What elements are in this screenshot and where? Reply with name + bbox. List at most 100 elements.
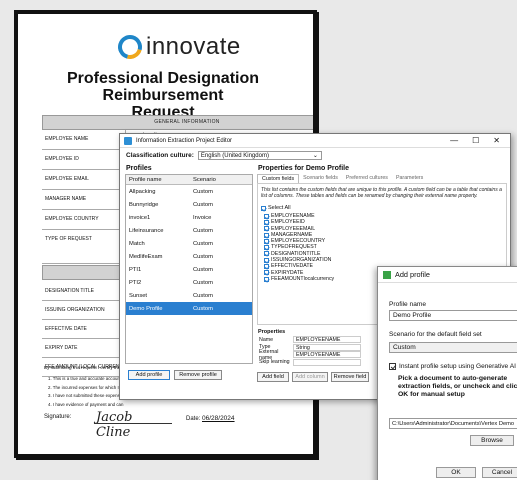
certification-list: 1. This is a true and accurate account 2.… [48,375,123,409]
profile-row[interactable]: PTI2 Custom [126,276,252,289]
col-scenario[interactable]: Scenario [190,177,216,183]
profile-name: PTI1 [129,266,142,273]
profile-name: Sunset [129,292,148,299]
close-button[interactable]: ✕ [493,136,500,145]
profile-scenario: Custom [193,227,213,234]
select-all-label: Select All [268,205,291,211]
profile-scenario: Custom [193,266,213,273]
profile-name: Allpacking [129,188,156,195]
signature: Jacob Cline [96,410,133,440]
innovate-logo: innovate [113,30,241,64]
checkbox-icon [261,205,266,211]
profile-row[interactable]: Sunset Custom [126,289,252,302]
properties-tabs: Custom fields Scenario fields Preferred cu… [257,174,427,183]
property-key: Name [259,336,274,343]
instant-setup-checkbox[interactable]: Instant profile setup using Generative A… [389,363,516,370]
certification-item: 4. I have evidence of payment and can [48,401,124,407]
editor-titlebar[interactable]: Information Extraction Project Editor — … [120,134,510,148]
document-path-input[interactable]: C:\Users\Administrator\Documents\Vertex … [389,418,517,429]
browse-button[interactable]: Browse [470,435,514,446]
profile-name: Lifeinsurance [129,227,164,234]
app-icon [124,136,132,145]
profile-row[interactable]: PTI1 Custom [126,263,252,276]
profiles-table-header: Profile name Scenario [126,175,252,185]
checkbox-icon [264,232,269,238]
dialog-instruction: Pick a document to auto-generate extract… [398,375,517,398]
checkbox-icon [264,270,269,276]
tab-preferred-cultures[interactable]: Preferred cultures [342,174,392,183]
profile-scenario: Custom [193,240,213,247]
col-profile-name[interactable]: Profile name [126,177,190,183]
checkbox-icon [264,276,269,282]
checkbox-icon [264,226,269,232]
profile-row[interactable]: Allpacking Custom [126,185,252,198]
remove-field-button[interactable]: Remove field [331,372,369,382]
logo-text: innovate [146,33,241,60]
checkbox-icon [264,238,269,244]
certification-item: 2. The incurred expenses for which I a [48,384,123,390]
profile-name-label: Profile name [389,301,427,308]
add-field-button[interactable]: Add field [257,372,289,382]
date-value: 06/28/2024 [202,415,235,422]
scenario-label: Scenario for the default field set [389,331,482,338]
profile-row[interactable]: MedlifeExam Custom [126,250,252,263]
checkbox-icon [264,264,269,270]
form-row-label: EMPLOYEE COUNTRY [45,216,99,222]
form-row-label: TYPE OF REQUEST [45,236,92,242]
minimize-button[interactable]: — [450,136,458,145]
profile-scenario: Custom [193,188,213,195]
checkbox-icon [264,219,269,225]
remove-profile-button[interactable]: Remove profile [174,370,222,380]
custom-fields-description: This list contains the custom fields tha… [261,187,502,199]
profile-row[interactable]: Bunnyridge Custom [126,198,252,211]
property-value[interactable] [293,358,361,366]
certification-item: 1. This is a true and accurate account [48,376,122,381]
profile-row[interactable]: Match Custom [126,237,252,250]
profile-row[interactable]: Lifeinsurance Custom [126,224,252,237]
add-profile-button[interactable]: Add profile [128,370,170,380]
form-row-label: MANAGER NAME [45,196,87,202]
profile-name: PTI2 [129,279,142,286]
culture-select[interactable]: English (United Kingdom) ⌄ [197,151,322,160]
profile-name-input[interactable]: Demo Profile [389,310,517,321]
select-all-checkbox[interactable]: Select All [261,205,291,211]
profile-name: Match [129,240,145,247]
property-value[interactable]: String [293,343,361,351]
custom-field-name: FEEAMOUNTlocalcurrency [271,275,335,282]
form-row-label: EMPLOYEE EMAIL [45,176,89,182]
checkbox-icon [264,257,269,263]
maximize-button[interactable]: ☐ [472,136,479,145]
property-value[interactable]: EMPLOYEENAME [293,336,361,344]
tab-custom-fields[interactable]: Custom fields [257,174,300,183]
checkbox-icon [264,213,269,219]
dialog-titlebar[interactable]: Add profile [378,267,517,283]
checkbox-icon [389,363,396,370]
cancel-button[interactable]: Cancel [482,467,517,478]
classification-culture-row: Classification culture: English (United … [126,151,322,160]
tab-scenario-fields[interactable]: Scenario fields [299,174,342,183]
checkbox-icon [264,251,269,257]
properties-heading: Properties for Demo Profile [258,165,350,172]
property-value[interactable]: EMPLOYEENAME [293,351,361,359]
property-key: Skip learning [259,359,290,366]
date-label: Date: [186,416,201,422]
document-title: Professional Designation Reimbursement R… [18,70,308,121]
instant-setup-label: Instant profile setup using Generative A… [399,363,516,370]
form-row-label: EMPLOYEE NAME [45,136,89,142]
profile-row[interactable]: invoice1 Invoice [126,211,252,224]
profiles-heading: Profiles [126,165,152,172]
profiles-table: Profile name Scenario Allpacking Custom Bu… [125,174,253,364]
ok-button[interactable]: OK [436,467,476,478]
dialog-app-icon [383,270,391,279]
add-column-button[interactable]: Add column [292,372,328,382]
document-title-line1: Professional Designation Reimbursement [66,70,260,104]
profile-name: Bunnyridge [129,201,159,208]
add-profile-dialog: Add profile Profile name Demo Profile Sc… [377,266,517,480]
profile-scenario: Custom [193,305,213,312]
scenario-select[interactable]: Custom [389,342,517,353]
tab-parameters[interactable]: Parameters [392,174,427,183]
screenshot-stage: innovate Professional Designation Reimbu… [0,0,517,480]
profile-row[interactable]: Demo Profile Custom [126,302,252,315]
profile-scenario: Custom [193,253,213,260]
innovate-logo-icon [113,30,147,64]
